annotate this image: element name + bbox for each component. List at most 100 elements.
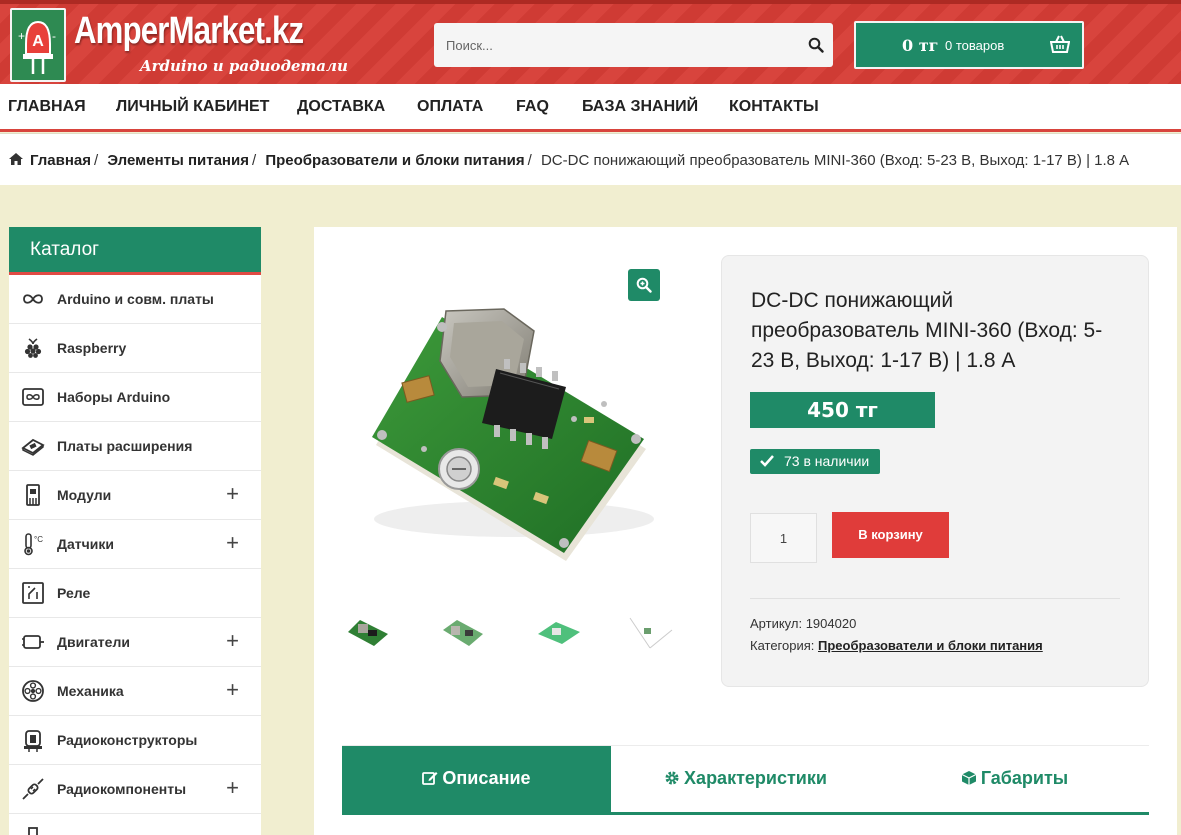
logo-subtitle: Arduino и радиодетали bbox=[140, 57, 348, 75]
constructor-icon bbox=[24, 730, 42, 752]
nav-item-payment[interactable]: ОПЛАТА bbox=[417, 98, 483, 116]
zoom-in-icon bbox=[636, 277, 652, 293]
resistor-icon bbox=[22, 778, 44, 800]
logo-emblem[interactable]: A + - bbox=[10, 8, 66, 82]
expand-plus-icon[interactable]: + bbox=[226, 679, 239, 701]
category-link[interactable]: Преобразователи и блоки питания bbox=[818, 638, 1043, 653]
search-input[interactable] bbox=[434, 23, 794, 67]
breadcrumb: Главная / Элементы питания / Преобразовате… bbox=[0, 133, 1181, 185]
catalog-item-label: Raspberry bbox=[57, 340, 127, 356]
raspberry-icon bbox=[24, 338, 42, 358]
breadcrumb-home[interactable]: Главная bbox=[30, 152, 91, 169]
catalog-item-label: Реле bbox=[57, 585, 91, 601]
svg-text:+: + bbox=[18, 29, 25, 43]
svg-text:°C: °C bbox=[34, 535, 43, 544]
nav-item-knowledge-base[interactable]: БАЗА ЗНАНИЙ bbox=[582, 98, 698, 116]
product-price: 450 тг bbox=[750, 392, 935, 428]
svg-text:A: A bbox=[32, 33, 44, 50]
home-icon[interactable] bbox=[8, 152, 24, 166]
stock-text: 73 в наличии bbox=[784, 453, 870, 469]
product-card: DC-DC понижающий преобразователь MINI-36… bbox=[314, 227, 1177, 835]
catalog-item-mechanics[interactable]: Механика + bbox=[9, 667, 261, 716]
catalog-title: Каталог bbox=[9, 227, 261, 275]
shield-board-icon bbox=[21, 438, 45, 456]
catalog-sidebar: Каталог Arduino и совм. платы Raspberry … bbox=[9, 227, 261, 835]
breadcrumb-power[interactable]: Элементы питания bbox=[107, 152, 249, 169]
infinity-icon bbox=[23, 294, 43, 304]
check-icon bbox=[760, 455, 774, 467]
catalog-item-label: Модули bbox=[57, 487, 112, 503]
main-nav: ГЛАВНАЯ ЛИЧНЫЙ КАБИНЕТ ДОСТАВКА ОПЛАТА F… bbox=[0, 84, 1181, 132]
thumbnail-3[interactable] bbox=[534, 612, 584, 652]
stock-badge: 73 в наличии bbox=[750, 449, 881, 474]
catalog-item-sensors[interactable]: °C Датчики + bbox=[9, 520, 261, 569]
product-main-image[interactable] bbox=[354, 299, 664, 569]
thermometer-icon: °C bbox=[24, 533, 43, 556]
category-partial-icon bbox=[28, 827, 38, 835]
expand-plus-icon[interactable]: + bbox=[226, 777, 239, 799]
tab-specifications[interactable]: Характеристики bbox=[611, 746, 880, 813]
sku-row: Артикул: 1904020 bbox=[750, 616, 856, 631]
catalog-item-next-partial[interactable] bbox=[9, 814, 261, 835]
catalog-item-label: Двигатели bbox=[57, 634, 130, 650]
nav-item-home[interactable]: ГЛАВНАЯ bbox=[8, 98, 86, 116]
cart-total: 0 тг bbox=[902, 36, 939, 55]
category-row: Категория: Преобразователи и блоки питан… bbox=[750, 638, 1043, 653]
catalog-item-label: Платы расширения bbox=[57, 438, 193, 454]
cube-icon bbox=[961, 771, 977, 785]
module-icon bbox=[26, 484, 40, 506]
catalog-item-components[interactable]: Радиокомпоненты + bbox=[9, 765, 261, 814]
catalog-item-relays[interactable]: Реле bbox=[9, 569, 261, 618]
tab-description[interactable]: Описание bbox=[342, 746, 611, 813]
nav-item-account[interactable]: ЛИЧНЫЙ КАБИНЕТ bbox=[116, 98, 269, 116]
catalog-item-kits[interactable]: Наборы Arduino bbox=[9, 373, 261, 422]
product-info-box: DC-DC понижающий преобразователь MINI-36… bbox=[721, 255, 1149, 687]
breadcrumb-converters[interactable]: Преобразователи и блоки питания bbox=[265, 152, 524, 169]
catalog-item-label: Радиоконструкторы bbox=[57, 732, 198, 748]
edit-icon bbox=[422, 772, 438, 785]
catalog-item-label: Наборы Arduino bbox=[57, 389, 171, 405]
expand-plus-icon[interactable]: + bbox=[226, 630, 239, 652]
sku-value: 1904020 bbox=[805, 616, 857, 631]
catalog-item-arduino[interactable]: Arduino и совм. платы bbox=[9, 275, 261, 324]
tab-label: Описание bbox=[442, 768, 531, 788]
basket-icon bbox=[1050, 35, 1070, 53]
zoom-button[interactable] bbox=[628, 269, 660, 301]
catalog-item-label: Радиокомпоненты bbox=[57, 781, 187, 797]
catalog-item-motors[interactable]: Двигатели + bbox=[9, 618, 261, 667]
product-tabs: Описание Характеристики Габариты bbox=[342, 745, 1149, 815]
tab-label: Характеристики bbox=[684, 768, 827, 788]
tab-dimensions[interactable]: Габариты bbox=[880, 746, 1149, 813]
add-to-cart-button[interactable]: В корзину bbox=[832, 512, 949, 558]
gear-wheel-icon bbox=[22, 680, 44, 702]
cart-button[interactable]: 0 тг 0 товаров bbox=[854, 21, 1084, 69]
svg-text:-: - bbox=[52, 29, 56, 43]
thumbnail-1[interactable] bbox=[342, 612, 392, 652]
catalog-item-raspberry[interactable]: Raspberry bbox=[9, 324, 261, 373]
nav-item-contacts[interactable]: КОНТАКТЫ bbox=[729, 98, 819, 116]
site-header: A + - AmperMarket.kz Arduino и радиодета… bbox=[0, 0, 1181, 84]
breadcrumb-current: DC-DC понижающий преобразователь MINI-36… bbox=[540, 152, 1130, 169]
catalog-item-shields[interactable]: Платы расширения bbox=[9, 422, 261, 471]
cog-icon bbox=[665, 771, 679, 785]
nav-item-delivery[interactable]: ДОСТАВКА bbox=[297, 98, 385, 116]
kit-box-icon bbox=[22, 388, 44, 406]
motor-icon bbox=[22, 635, 44, 649]
divider bbox=[750, 598, 1120, 599]
catalog-item-constructors[interactable]: Радиоконструкторы bbox=[9, 716, 261, 765]
thumbnail-4[interactable] bbox=[626, 612, 676, 652]
logo-title[interactable]: AmperMarket.kz bbox=[74, 10, 304, 53]
thumbnail-2[interactable] bbox=[437, 612, 487, 652]
quantity-input[interactable] bbox=[750, 513, 817, 563]
catalog-item-label: Механика bbox=[57, 683, 124, 699]
product-title: DC-DC понижающий преобразователь MINI-36… bbox=[751, 289, 1103, 372]
tab-label: Габариты bbox=[980, 768, 1069, 788]
search-icon[interactable] bbox=[808, 37, 824, 53]
nav-item-faq[interactable]: FAQ bbox=[516, 98, 549, 116]
led-logo-icon: A + - bbox=[18, 20, 56, 74]
expand-plus-icon[interactable]: + bbox=[226, 483, 239, 505]
catalog-item-modules[interactable]: Модули + bbox=[9, 471, 261, 520]
expand-plus-icon[interactable]: + bbox=[226, 532, 239, 554]
sku-label: Артикул: bbox=[750, 616, 803, 631]
relay-icon bbox=[22, 582, 44, 604]
